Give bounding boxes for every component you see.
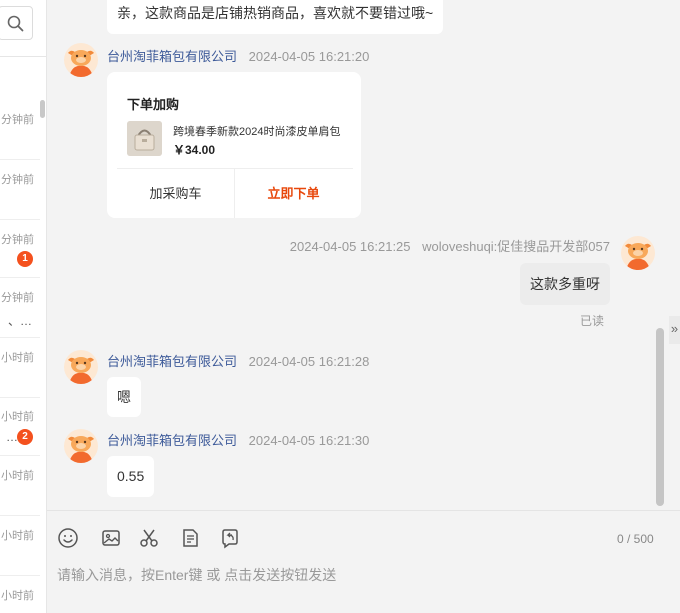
avatar-ox-icon: [68, 436, 94, 463]
message-text: 这款多重呀: [530, 276, 600, 292]
conversation-time: 分钟前: [1, 234, 34, 246]
expand-panel-icon[interactable]: »: [669, 316, 680, 344]
conversation-time: 分钟前: [1, 114, 34, 126]
search-icon: [7, 15, 24, 32]
sender-name: woloveshuqi:促佳搜品开发部057: [422, 239, 610, 254]
search-button[interactable]: [0, 6, 33, 40]
scissors-icon[interactable]: [138, 527, 160, 549]
sender-name[interactable]: 台州淘菲箱包有限公司: [107, 354, 237, 369]
sender-name[interactable]: 台州淘菲箱包有限公司: [107, 433, 237, 448]
conversation-item[interactable]: 分钟前 、…: [0, 278, 40, 338]
conversation-item[interactable]: 小时前: [0, 338, 40, 398]
conversation-item[interactable]: 小时前: [0, 456, 40, 516]
image-icon[interactable]: [100, 527, 122, 549]
conversation-item[interactable]: 小时前 … 2: [0, 398, 40, 456]
handbag-icon: [127, 121, 162, 156]
seller-avatar[interactable]: [64, 350, 98, 384]
message-time: 2024-04-05 16:21:30: [248, 433, 370, 448]
conversation-time: 小时前: [1, 530, 34, 542]
message-input[interactable]: [57, 563, 657, 587]
conversation-time: 小时前: [1, 411, 34, 423]
order-card: 下单加购 跨境春季新款2024时尚漆皮单肩包 ￥34.00 加采购车 立即下单: [107, 72, 361, 218]
conversation-time: 小时前: [1, 590, 34, 602]
product-thumbnail[interactable]: [127, 121, 162, 156]
product-title[interactable]: 跨境春季新款2024时尚漆皮单肩包: [173, 123, 345, 139]
self-avatar[interactable]: [621, 236, 655, 270]
product-price: ￥34.00: [173, 143, 216, 157]
read-status: 已读: [579, 314, 604, 328]
conversation-item[interactable]: 分钟前: [0, 100, 40, 160]
conversation-time: 分钟前: [1, 174, 34, 186]
message-bubble: 嗯: [107, 377, 141, 417]
conversation-sidebar: 分钟前 分钟前 分钟前 1 分钟前 、… 小时前 小时前 … 2 小时前 小时前…: [0, 0, 47, 613]
quick-reply-icon[interactable]: [219, 527, 241, 549]
avatar-ox-icon: [68, 50, 94, 77]
sidebar-divider: [0, 56, 46, 57]
unread-badge: 2: [17, 429, 33, 445]
add-to-cart-button[interactable]: 加采购车: [117, 169, 234, 218]
conversation-time: 小时前: [1, 352, 34, 364]
emoji-icon[interactable]: [57, 527, 79, 549]
message-text: 嗯: [117, 389, 131, 405]
message-time: 2024-04-05 16:21:20: [248, 49, 370, 64]
unread-badge: 1: [17, 251, 33, 267]
message-meta: 台州淘菲箱包有限公司 2024-04-05 16:21:28: [107, 351, 369, 370]
message-text: 0.55: [117, 468, 145, 484]
sender-name[interactable]: 台州淘菲箱包有限公司: [107, 49, 237, 64]
message-composer: 0 / 500: [47, 510, 680, 613]
conversation-item[interactable]: 小时前: [0, 576, 40, 613]
chat-message-area: 亲，这款商品是店铺热销商品，喜欢就不要错过哦~ 台州淘菲箱包有限公司 2024-…: [47, 0, 680, 510]
message-meta: 台州淘菲箱包有限公司 2024-04-05 16:21:20: [107, 46, 369, 65]
message-bubble-self: 这款多重呀: [520, 263, 610, 305]
seller-avatar[interactable]: [64, 429, 98, 463]
chat-scrollbar[interactable]: [656, 328, 664, 506]
conversation-time: 小时前: [1, 470, 34, 482]
conversation-item[interactable]: 分钟前 1: [0, 220, 40, 278]
message-bubble: 亲，这款商品是店铺热销商品，喜欢就不要错过哦~: [107, 0, 444, 34]
sidebar-scrollbar[interactable]: [40, 100, 45, 118]
conversation-item[interactable]: 分钟前: [0, 160, 40, 220]
conversation-preview: 、…: [7, 314, 32, 328]
message-text: 亲，这款商品是店铺热销商品，喜欢就不要错过哦~: [117, 5, 434, 21]
message-bubble: 0.55: [107, 456, 155, 497]
message-time: 2024-04-05 16:21:25: [289, 239, 411, 254]
avatar-ox-icon: [68, 357, 94, 384]
message-time: 2024-04-05 16:21:28: [248, 354, 370, 369]
conversation-item[interactable]: 小时前: [0, 516, 40, 576]
character-counter: 0 / 500: [617, 532, 654, 546]
avatar-ox-icon: [625, 243, 651, 270]
seller-avatar[interactable]: [64, 43, 98, 77]
card-title: 下单加购: [127, 97, 180, 112]
message-meta: 台州淘菲箱包有限公司 2024-04-05 16:21:30: [107, 430, 369, 449]
message-meta: 2024-04-05 16:21:25 woloveshuqi:促佳搜品开发部0…: [290, 236, 610, 255]
order-document-icon[interactable]: [179, 527, 201, 549]
buy-now-button[interactable]: 立即下单: [235, 169, 352, 218]
conversation-time: 分钟前: [1, 292, 34, 304]
